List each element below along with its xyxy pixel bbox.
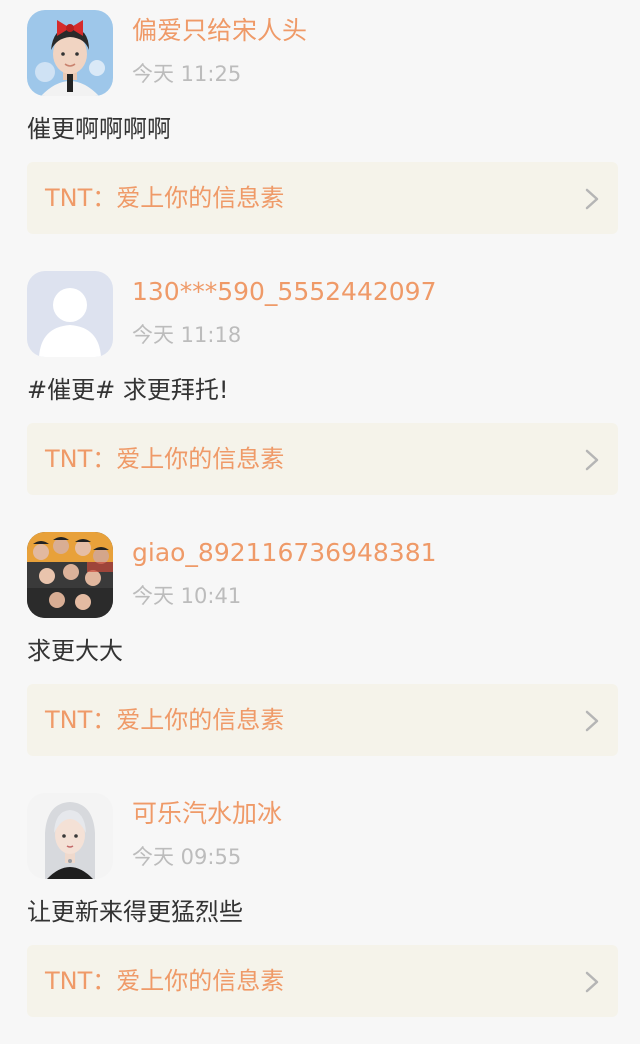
default-user-avatar-icon [27, 271, 113, 357]
book-source-card[interactable]: TNT：爱上你的信息素 [27, 423, 618, 495]
user-avatar[interactable] [27, 793, 113, 879]
user-avatar[interactable] [27, 271, 113, 357]
silver-hair-girl-avatar-icon [27, 793, 113, 879]
comment-item: 130***590_5552442097 今天 11:18 #催更# 求更拜托!… [0, 261, 640, 522]
book-title-label: TNT：爱上你的信息素 [45, 184, 285, 212]
timestamp: 今天 11:18 [132, 323, 242, 347]
book-source-card[interactable]: TNT：爱上你的信息素 [27, 684, 618, 756]
book-title-label: TNT：爱上你的信息素 [45, 445, 285, 473]
username[interactable]: 130***590_5552442097 [132, 275, 437, 309]
timestamp: 今天 10:41 [132, 584, 242, 608]
timestamp: 今天 11:25 [132, 62, 242, 86]
username[interactable]: 偏爱只给宋人头 [132, 14, 307, 48]
chevron-right-icon [585, 710, 599, 732]
user-avatar[interactable] [27, 532, 113, 618]
comment-text: 求更大大 [27, 637, 123, 665]
comment-text: 催更啊啊啊啊 [27, 115, 171, 143]
group-photo-avatar-icon [27, 532, 113, 618]
comment-item: 可乐汽水加冰 今天 09:55 让更新来得更猛烈些 TNT：爱上你的信息素 [0, 783, 640, 1044]
timestamp: 今天 09:55 [132, 845, 242, 869]
comment-text: #催更# 求更拜托! [27, 376, 229, 404]
chevron-right-icon [585, 188, 599, 210]
username[interactable]: 可乐汽水加冰 [132, 797, 282, 831]
comment-feed: 偏爱只给宋人头 今天 11:25 催更啊啊啊啊 TNT：爱上你的信息素 130*… [0, 0, 640, 1017]
book-source-card[interactable]: TNT：爱上你的信息素 [27, 162, 618, 234]
book-title-label: TNT：爱上你的信息素 [45, 967, 285, 995]
user-avatar[interactable] [27, 10, 113, 96]
comment-item: 偏爱只给宋人头 今天 11:25 催更啊啊啊啊 TNT：爱上你的信息素 [0, 0, 640, 261]
chevron-right-icon [585, 449, 599, 471]
book-source-card[interactable]: TNT：爱上你的信息素 [27, 945, 618, 1017]
comment-text: 让更新来得更猛烈些 [27, 898, 243, 926]
username[interactable]: giao_892116736948381 [132, 536, 437, 570]
boy-with-red-bow-avatar-icon [27, 10, 113, 96]
comment-item: giao_892116736948381 今天 10:41 求更大大 TNT：爱… [0, 522, 640, 783]
chevron-right-icon [585, 971, 599, 993]
book-title-label: TNT：爱上你的信息素 [45, 706, 285, 734]
